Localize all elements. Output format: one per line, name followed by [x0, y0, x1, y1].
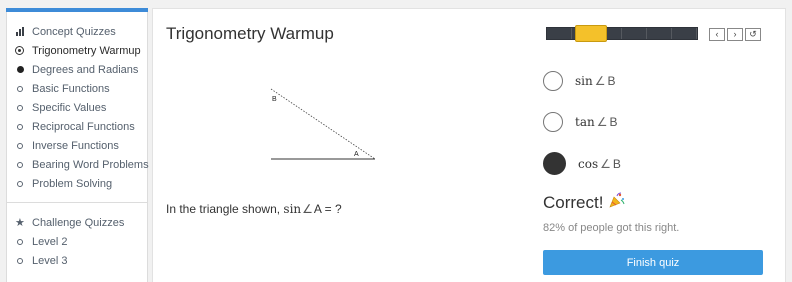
- angle-symbol: ∠: [302, 202, 313, 216]
- triangle-figure: B A: [265, 86, 381, 171]
- previous-button[interactable]: ‹: [709, 28, 725, 41]
- answer-option-cos-b[interactable]: cos ∠ B: [543, 152, 621, 175]
- question-text: In the triangle shown, sin∠A = ?: [166, 202, 342, 216]
- sidebar-item-trigonometry-warmup[interactable]: Trigonometry Warmup: [15, 41, 147, 60]
- sidebar-item-label: Trigonometry Warmup: [32, 44, 141, 57]
- quiz-title: Trigonometry Warmup: [166, 24, 334, 43]
- angle-symbol: ∠: [594, 74, 606, 88]
- chevron-right-icon: ›: [733, 29, 737, 39]
- sidebar-item-label: Reciprocal Functions: [32, 120, 135, 133]
- radio-button[interactable]: [543, 112, 563, 132]
- option-point: B: [612, 156, 621, 171]
- challenge-quizzes-label: Challenge Quizzes: [32, 216, 125, 229]
- incomplete-ring-icon: [17, 238, 23, 245]
- progress-current-handle[interactable]: [575, 25, 607, 42]
- current-quiz-icon: [15, 46, 24, 55]
- sidebar-item-specific-values[interactable]: Specific Values: [16, 98, 147, 117]
- concept-quizzes-section: Concept Quizzes Trigonometry Warmup Degr…: [7, 12, 149, 193]
- angle-symbol: ∠: [600, 156, 611, 171]
- incomplete-ring-icon: [17, 180, 23, 187]
- sidebar-item-label: Degrees and Radians: [32, 63, 139, 76]
- incomplete-ring-icon: [17, 142, 23, 149]
- completed-dot-icon: [17, 66, 24, 73]
- sidebar-item-level-3[interactable]: Level 3: [16, 251, 147, 270]
- vertex-b-label: B: [272, 96, 277, 103]
- hypotenuse-line: [270, 88, 376, 160]
- question-nav: ‹ › ↺: [709, 28, 763, 41]
- incomplete-ring-icon: [17, 85, 23, 92]
- quiz-panel: Trigonometry Warmup B A In the triangle …: [152, 8, 786, 282]
- sidebar-item-inverse-functions[interactable]: Inverse Functions: [16, 136, 147, 155]
- right-triangle-diagram: B A: [270, 88, 376, 160]
- sidebar-item-label: Specific Values: [32, 101, 107, 114]
- progress-segment[interactable]: [647, 28, 672, 39]
- sidebar-item-label: Basic Functions: [32, 82, 110, 95]
- question-function: sin: [283, 202, 302, 216]
- result-heading: Correct!: [543, 192, 625, 213]
- progress-segment[interactable]: [622, 28, 647, 39]
- option-label: cos ∠ B: [578, 157, 621, 171]
- concept-quizzes-header[interactable]: Concept Quizzes: [16, 22, 147, 41]
- option-function: tan: [575, 115, 595, 129]
- sidebar-item-basic-functions[interactable]: Basic Functions: [16, 79, 147, 98]
- incomplete-ring-icon: [17, 104, 23, 111]
- party-popper-icon: [609, 192, 625, 213]
- question-prefix: In the triangle shown,: [166, 202, 281, 216]
- quiz-progress-bar[interactable]: [546, 25, 698, 42]
- next-button[interactable]: ›: [727, 28, 743, 41]
- sidebar-item-label: Level 2: [32, 235, 68, 248]
- incomplete-ring-icon: [17, 123, 23, 130]
- option-point: B: [609, 115, 618, 129]
- answer-option-tan-b[interactable]: tan ∠ B: [543, 112, 618, 132]
- option-label: tan ∠ B: [575, 115, 618, 129]
- reset-button[interactable]: ↺: [745, 28, 761, 41]
- progress-segment[interactable]: [672, 28, 697, 39]
- progress-segment[interactable]: [547, 28, 572, 39]
- sidebar-item-problem-solving[interactable]: Problem Solving: [16, 174, 147, 193]
- reset-icon: ↺: [749, 29, 757, 39]
- option-function: cos: [578, 156, 599, 171]
- question-point: A: [313, 202, 322, 216]
- option-function: sin: [575, 74, 593, 88]
- result-title: Correct!: [543, 192, 604, 212]
- star-icon: ★: [15, 217, 25, 229]
- quiz-sidebar: Concept Quizzes Trigonometry Warmup Degr…: [6, 8, 149, 282]
- challenge-quizzes-header[interactable]: ★ Challenge Quizzes: [15, 213, 147, 232]
- sidebar-item-bearing-word-problems[interactable]: Bearing Word Problems: [16, 155, 149, 174]
- chevron-left-icon: ‹: [715, 29, 719, 39]
- sidebar-item-label: Level 3: [32, 254, 68, 267]
- result-subtitle: 82% of people got this right.: [543, 222, 680, 234]
- option-label: sin ∠ B: [575, 74, 616, 88]
- incomplete-ring-icon: [17, 257, 23, 264]
- answer-option-sin-b[interactable]: sin ∠ B: [543, 71, 616, 91]
- option-point: B: [607, 74, 616, 88]
- sidebar-item-label: Inverse Functions: [32, 139, 119, 152]
- incomplete-ring-icon: [17, 161, 23, 168]
- sidebar-item-label: Problem Solving: [32, 177, 113, 190]
- sidebar-item-reciprocal-functions[interactable]: Reciprocal Functions: [16, 117, 147, 136]
- angle-symbol: ∠: [596, 115, 608, 129]
- challenge-quizzes-section: ★ Challenge Quizzes Level 2 Level 3: [7, 203, 147, 270]
- bar-chart-icon: [16, 27, 24, 36]
- concept-quizzes-label: Concept Quizzes: [32, 25, 116, 38]
- finish-quiz-button[interactable]: Finish quiz: [543, 250, 763, 275]
- sidebar-item-label: Bearing Word Problems: [32, 158, 149, 171]
- radio-button-selected[interactable]: [543, 152, 566, 175]
- sidebar-item-level-2[interactable]: Level 2: [16, 232, 147, 251]
- vertex-a-label: A: [354, 151, 359, 158]
- question-suffix: = ?: [324, 202, 342, 216]
- sidebar-item-degrees-and-radians[interactable]: Degrees and Radians: [16, 60, 147, 79]
- radio-button[interactable]: [543, 71, 563, 91]
